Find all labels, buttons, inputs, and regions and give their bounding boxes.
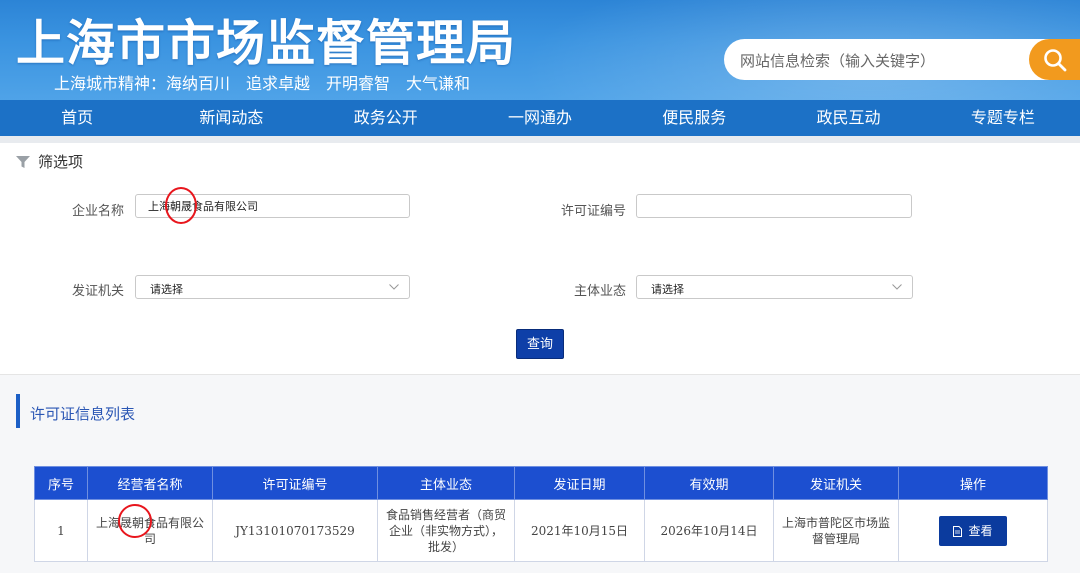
search-input[interactable] xyxy=(738,39,1042,82)
issuing-authority-label: 发证机关 xyxy=(71,284,124,299)
cell-operator-name: 上海晟朝食品有限公司 xyxy=(87,499,213,562)
column-header-issue-date: 发证日期 xyxy=(514,466,645,500)
license-table: 序号 经营者名称 许可证编号 主体业态 发证日期 有效期 发证机关 操作 1 上… xyxy=(34,466,1048,562)
view-button[interactable]: 查看 xyxy=(939,515,1007,546)
chevron-down-icon xyxy=(389,284,399,290)
cell-license-number: JY13101070173529 xyxy=(212,499,378,562)
nav-item-special-topics[interactable]: 专题专栏 xyxy=(926,100,1080,136)
table-row: 1 上海晟朝食品有限公司 JY13101070173529 食品销售经营者（商贸… xyxy=(34,499,1048,562)
cell-valid-until: 2026年10月14日 xyxy=(644,499,774,562)
site-title: 上海市市场监督管理局 xyxy=(16,15,517,72)
document-icon xyxy=(953,525,963,537)
nav-item-online-service[interactable]: 一网通办 xyxy=(463,100,617,136)
license-number-label: 许可证编号 xyxy=(560,204,626,219)
cell-issuing-authority: 上海市普陀区市场监督管理局 xyxy=(773,499,899,562)
nav-item-home[interactable]: 首页 xyxy=(0,100,154,136)
nav-item-government-affairs[interactable]: 政务公开 xyxy=(309,100,463,136)
cell-issue-date: 2021年10月15日 xyxy=(514,499,645,562)
list-title-accent xyxy=(16,394,20,428)
column-header-index: 序号 xyxy=(34,466,88,500)
cell-index: 1 xyxy=(34,499,88,562)
main-nav: 首页 新闻动态 政务公开 一网通办 便民服务 政民互动 专题专栏 xyxy=(0,100,1080,136)
query-button[interactable]: 查询 xyxy=(516,329,564,359)
business-type-label: 主体业态 xyxy=(573,284,626,299)
column-header-license-number: 许可证编号 xyxy=(212,466,378,500)
search-icon xyxy=(1044,49,1067,72)
search-box xyxy=(724,39,1054,82)
company-name-label: 企业名称 xyxy=(71,204,124,219)
filter-title: 筛选项 xyxy=(38,153,84,171)
business-type-value: 请选择 xyxy=(651,283,684,296)
city-motto: 上海城市精神：海纳百川 追求卓越 开明睿智 大气谦和 xyxy=(54,74,471,93)
filter-icon xyxy=(16,156,30,168)
column-header-issuing-authority: 发证机关 xyxy=(773,466,899,500)
license-number-input[interactable] xyxy=(636,194,912,218)
chevron-down-icon xyxy=(892,284,902,290)
issuing-authority-value: 请选择 xyxy=(150,283,183,296)
cell-business-type: 食品销售经营者（商贸企业（非实物方式），批发） xyxy=(377,499,515,562)
column-header-action: 操作 xyxy=(898,466,1048,500)
nav-item-news[interactable]: 新闻动态 xyxy=(154,100,308,136)
company-name-input[interactable] xyxy=(135,194,410,218)
site-header: 上海市市场监督管理局 上海城市精神：海纳百川 追求卓越 开明睿智 大气谦和 xyxy=(0,0,1080,100)
issuing-authority-select[interactable]: 请选择 xyxy=(135,275,410,299)
nav-divider xyxy=(0,136,1080,143)
table-header-row: 序号 经营者名称 许可证编号 主体业态 发证日期 有效期 发证机关 操作 xyxy=(34,466,1048,500)
column-header-business-type: 主体业态 xyxy=(377,466,515,500)
column-header-valid-until: 有效期 xyxy=(644,466,774,500)
business-type-select[interactable]: 请选择 xyxy=(636,275,913,299)
list-title: 许可证信息列表 xyxy=(30,405,136,423)
nav-item-interaction[interactable]: 政民互动 xyxy=(771,100,925,136)
column-header-operator-name: 经营者名称 xyxy=(87,466,213,500)
search-button[interactable] xyxy=(1029,39,1080,80)
view-button-label: 查看 xyxy=(968,523,993,538)
nav-item-public-service[interactable]: 便民服务 xyxy=(617,100,771,136)
cell-action: 查看 xyxy=(898,499,1048,562)
